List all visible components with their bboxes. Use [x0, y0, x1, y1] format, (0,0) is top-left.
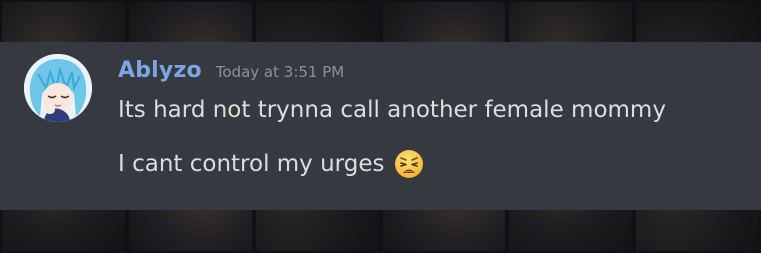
message-line: I cant control my urges [118, 149, 424, 179]
anime-avatar-icon [24, 54, 92, 122]
weary-face-icon [394, 149, 424, 179]
message-text: Its hard not trynna call another female … [118, 97, 666, 123]
message-text: I cant control my urges [118, 151, 385, 177]
username[interactable]: Ablyzo [118, 58, 202, 83]
avatar[interactable] [24, 54, 92, 122]
chat-message: Ablyzo Today at 3:51 PM Its hard not try… [0, 42, 761, 210]
message-line: Its hard not trynna call another female … [118, 97, 666, 123]
message-header: Ablyzo Today at 3:51 PM [118, 58, 344, 88]
timestamp: Today at 3:51 PM [215, 63, 345, 81]
